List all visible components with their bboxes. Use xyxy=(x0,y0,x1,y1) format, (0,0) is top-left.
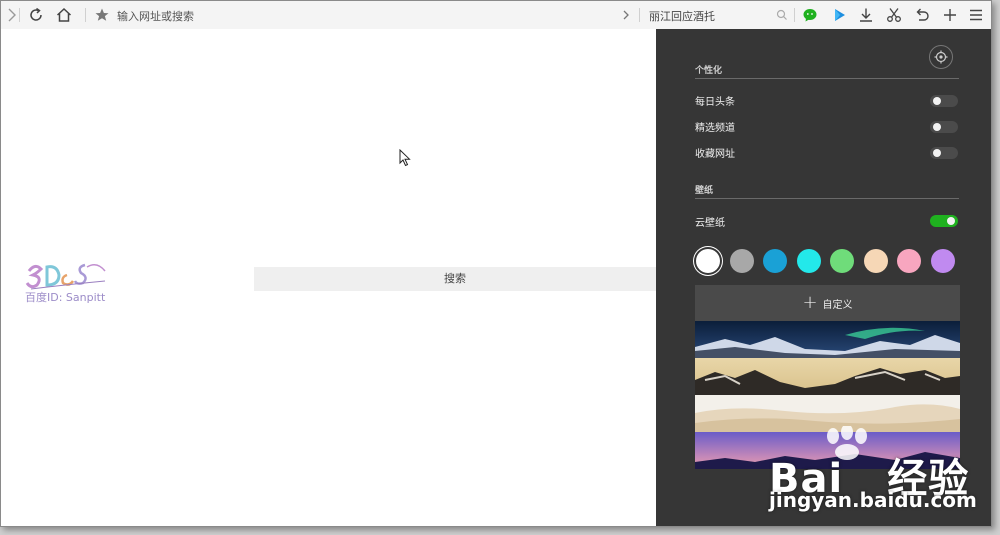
browser-window: 输入网址或搜索 丽江回应酒托 百度ID: Sanpitt 搜索 个性化 每日头条… xyxy=(0,0,992,527)
search-icon[interactable] xyxy=(773,6,791,24)
daily-headlines-toggle[interactable] xyxy=(930,95,958,107)
plus-icon: + xyxy=(802,292,818,313)
color-swatch[interactable] xyxy=(930,249,955,273)
target-icon xyxy=(934,50,948,64)
new-tab-icon[interactable] xyxy=(941,6,959,24)
undo-icon[interactable] xyxy=(913,6,931,24)
settings-gear-button[interactable] xyxy=(929,45,953,69)
color-swatch[interactable] xyxy=(729,249,754,273)
star-icon[interactable] xyxy=(93,6,111,24)
personalize-heading: 个性化 xyxy=(695,66,723,76)
home-icon[interactable] xyxy=(55,6,73,24)
toggle-label-bookmarks: 收藏网址 xyxy=(695,149,735,160)
section-divider xyxy=(695,78,959,79)
search-box-input[interactable]: 丽江回应酒托 xyxy=(649,8,715,24)
color-swatch[interactable] xyxy=(897,249,921,273)
toggle-knob xyxy=(933,123,941,131)
cloud-wallpaper-toggle[interactable] xyxy=(930,215,958,227)
section-divider xyxy=(695,198,959,199)
browser-toolbar: 输入网址或搜索 丽江回应酒托 xyxy=(1,1,991,30)
color-swatch[interactable] xyxy=(763,249,787,273)
baidu-url: jingyan.baidu.com xyxy=(769,488,977,512)
menu-icon[interactable] xyxy=(967,6,985,24)
chevron-right-icon[interactable] xyxy=(617,6,635,24)
color-swatch[interactable] xyxy=(796,249,821,273)
download-icon[interactable] xyxy=(857,6,875,24)
toggle-label-featured-channels: 精选频道 xyxy=(695,123,735,134)
search-button[interactable]: 搜索 xyxy=(254,267,656,291)
wallpaper-thumb-rocky-desert[interactable] xyxy=(695,358,960,395)
toggle-knob xyxy=(947,217,955,225)
divider xyxy=(794,8,795,22)
color-swatch[interactable] xyxy=(863,249,888,273)
refresh-icon[interactable] xyxy=(27,6,45,24)
divider xyxy=(639,8,640,22)
custom-wallpaper-button[interactable]: + 自定义 xyxy=(695,285,960,321)
wallpaper-heading: 壁纸 xyxy=(695,186,714,196)
toggle-label-daily-headlines: 每日头条 xyxy=(695,97,735,108)
wechat-icon[interactable] xyxy=(801,6,819,24)
mouse-cursor-icon xyxy=(399,148,411,171)
divider xyxy=(19,8,20,22)
color-swatch[interactable] xyxy=(696,249,720,273)
author-watermark-text: 百度ID: Sanpitt xyxy=(25,291,106,304)
divider xyxy=(85,8,86,22)
new-tab-page: 百度ID: Sanpitt 搜索 xyxy=(1,29,656,526)
address-bar-input[interactable]: 输入网址或搜索 xyxy=(117,8,194,24)
cloud-wallpaper-label: 云壁纸 xyxy=(695,218,725,229)
featured-channels-toggle[interactable] xyxy=(930,121,958,133)
custom-wallpaper-label: 自定义 xyxy=(822,299,853,311)
scissors-icon[interactable] xyxy=(885,6,903,24)
toggle-knob xyxy=(933,149,941,157)
toggle-knob xyxy=(933,97,941,105)
video-icon[interactable] xyxy=(830,6,848,24)
wallpaper-thumb-aurora[interactable] xyxy=(695,321,960,358)
bookmarks-toggle[interactable] xyxy=(930,147,958,159)
color-swatch[interactable] xyxy=(830,249,854,273)
